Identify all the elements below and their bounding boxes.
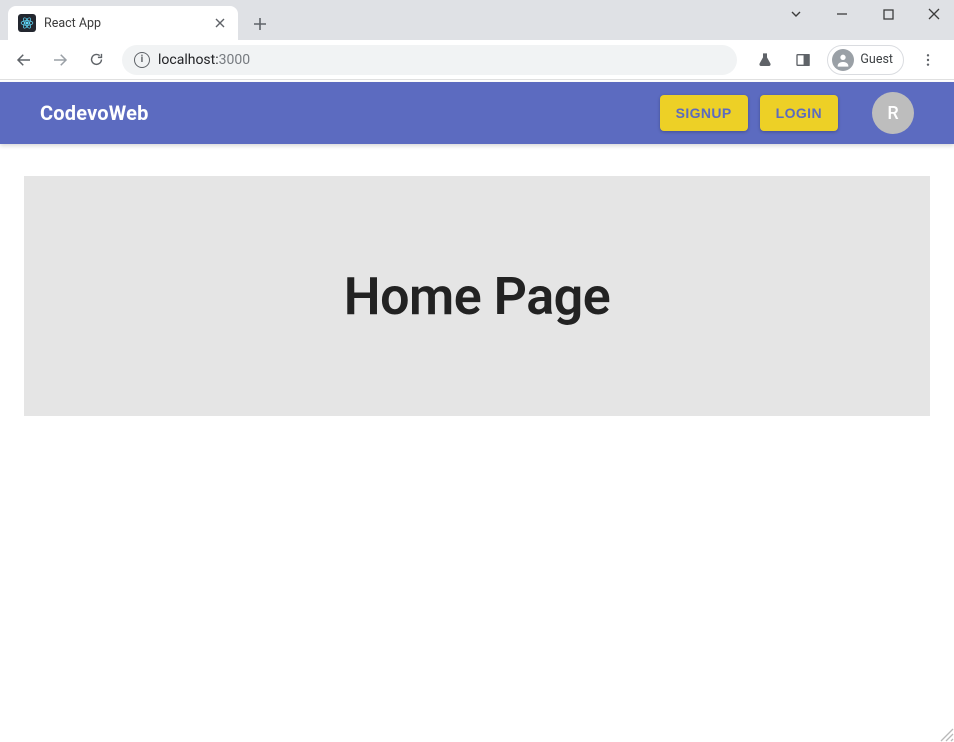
chevron-down-icon[interactable] [782,4,810,24]
login-button[interactable]: LOGIN [760,95,838,131]
resize-handle-icon[interactable] [940,728,954,742]
back-button[interactable] [8,44,40,76]
app-header: CodevoWeb SIGNUP LOGIN R [0,82,954,144]
url-text: localhost:3000 [158,52,250,68]
reload-button[interactable] [80,44,112,76]
toolbar-right: Guest [747,45,946,75]
profile-label: Guest [860,52,893,67]
close-window-button[interactable] [920,4,948,24]
minimize-button[interactable] [828,4,856,24]
tab-title: React App [44,16,204,31]
profile-chip[interactable]: Guest [827,45,904,75]
person-icon [832,49,854,71]
user-avatar[interactable]: R [872,92,914,134]
maximize-button[interactable] [874,4,902,24]
labs-icon[interactable] [751,46,779,74]
titlebar: React App [0,0,954,40]
hero-section: Home Page [24,176,930,416]
site-info-icon[interactable]: i [134,52,150,68]
window-controls [782,4,948,24]
panel-icon[interactable] [789,46,817,74]
url-host: localhost: [158,52,219,68]
signup-button[interactable]: SIGNUP [660,95,748,131]
kebab-menu-icon[interactable] [914,46,942,74]
forward-button[interactable] [44,44,76,76]
browser-tab[interactable]: React App [8,6,238,40]
react-favicon [18,14,36,32]
page-title: Home Page [344,266,610,327]
browser-chrome: React App [0,0,954,80]
tab-close-icon[interactable] [212,15,228,31]
brand-title[interactable]: CodevoWeb [40,101,648,125]
browser-toolbar: i localhost:3000 Guest [0,40,954,80]
address-bar[interactable]: i localhost:3000 [122,45,737,75]
new-tab-button[interactable] [246,10,274,38]
page-viewport: CodevoWeb SIGNUP LOGIN R Home Page [0,80,954,738]
url-port: 3000 [219,52,250,68]
